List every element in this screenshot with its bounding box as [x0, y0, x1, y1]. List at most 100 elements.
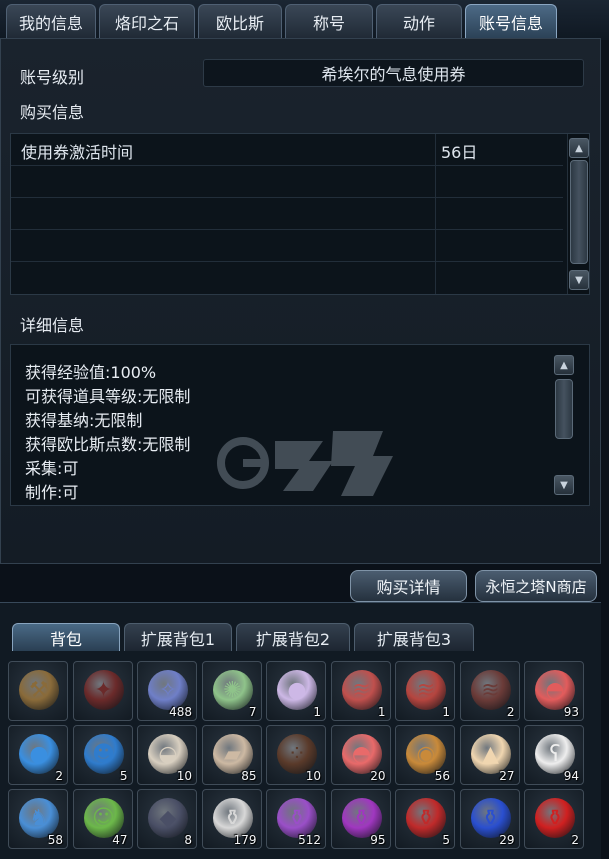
blue-potion-icon: ⚱	[470, 798, 511, 838]
red-meat-icon: ≋	[406, 670, 446, 710]
detail-line: 获得欧比斯点数:无限制	[25, 435, 191, 454]
scroll-down-icon[interactable]: ▼	[569, 270, 589, 290]
inventory-slot[interactable]: ⁘ 10	[266, 725, 326, 785]
green-orb-cluster-icon: ✺	[212, 670, 253, 710]
item-quantity: 8	[184, 833, 192, 847]
inventory-slot[interactable]: ● 2	[8, 725, 68, 785]
scroll-down-icon[interactable]: ▼	[554, 475, 574, 495]
bread-icon: ▰	[212, 734, 253, 774]
inventory-slot[interactable]: ● 1	[266, 661, 326, 721]
item-quantity: 10	[176, 769, 192, 783]
inventory-slot[interactable]: ≋ 1	[330, 661, 391, 721]
item-quantity: 1	[442, 705, 450, 719]
item-quantity: 93	[563, 705, 579, 719]
purchase-item-name: 使用券激活时间	[21, 143, 134, 162]
inventory-slot[interactable]: ◒ 10	[137, 725, 197, 785]
tab-title[interactable]: 称号	[285, 4, 373, 38]
pearl-orb-icon: ●	[277, 670, 317, 710]
inventory-slot[interactable]: ✺ 7	[201, 661, 262, 721]
item-quantity: 58	[47, 833, 63, 847]
detail-line: 采集:可	[25, 459, 79, 478]
detail-line: 获得基纳:无限制	[25, 411, 143, 430]
inventory-slot[interactable]: ✦	[72, 661, 133, 721]
blue-creature-icon: ☻	[83, 734, 124, 774]
inventory-panel: 背包 扩展背包1 扩展背包2 扩展背包3 ⚒ ✦ ✧ 488 ✺ 7 ● 1 ≋ 1 ≋ 1 ≋ 2 ◓ 93…	[0, 602, 601, 859]
inventory-slot[interactable]: ☻ 5	[72, 725, 133, 785]
tab-extended-bag-3[interactable]: 扩展背包3	[354, 623, 474, 651]
inventory-slot[interactable]: ⚱ 179	[201, 789, 262, 849]
inventory-slot[interactable]: ◓ 93	[524, 661, 584, 721]
item-quantity: 95	[370, 833, 386, 847]
item-quantity: 2	[55, 769, 63, 783]
tab-obis[interactable]: 欧比斯	[198, 4, 282, 38]
item-quantity: 29	[499, 833, 515, 847]
tab-account-info[interactable]: 账号信息	[465, 4, 557, 38]
inventory-slot[interactable]: ♞ 58	[8, 789, 68, 849]
item-quantity: 27	[499, 769, 515, 783]
scroll-thumb[interactable]	[570, 160, 588, 264]
detail-info-label: 详细信息	[20, 316, 85, 335]
n-shop-button[interactable]: 永恒之塔N商店	[475, 570, 597, 602]
purchase-info-table: 使用券激活时间 56日 ▲ ▼	[10, 133, 590, 295]
inventory-slot[interactable]: ʕ 94	[524, 725, 584, 785]
inventory-slot[interactable]: ◓ 20	[330, 725, 391, 785]
top-tab-bar: 我的信息 烙印之石 欧比斯 称号 动作 账号信息	[0, 0, 609, 40]
inventory-slot[interactable]: ◉ 56	[395, 725, 455, 785]
tab-bag[interactable]: 背包	[12, 623, 120, 651]
inventory-slot[interactable]: ☺ 47	[72, 789, 133, 849]
red-potion-icon: ⚱	[535, 798, 575, 838]
inventory-slot[interactable]: ⚱ 5	[395, 789, 455, 849]
mace-icon: ⚒	[19, 670, 59, 710]
inventory-slot[interactable]: ✧ 488	[137, 661, 197, 721]
purchase-info-label: 购买信息	[20, 103, 85, 122]
rice-bowl-icon: ◒	[148, 734, 188, 774]
item-quantity: 56	[434, 769, 450, 783]
tab-emote[interactable]: 动作	[376, 4, 462, 38]
inventory-slot[interactable]: ≋ 2	[459, 661, 520, 721]
scroll-up-icon[interactable]: ▲	[569, 138, 589, 158]
account-info-panel: 账号级别 希埃尔的气息使用券 购买信息 使用券激活时间 56日 ▲ ▼ 详细信息…	[0, 38, 601, 602]
item-quantity: 2	[506, 705, 515, 719]
purchase-item-value: 56日	[441, 143, 478, 162]
inventory-slot[interactable]: ⚱ 95	[330, 789, 391, 849]
account-grade-value: 希埃尔的气息使用券	[203, 59, 584, 87]
item-quantity: 20	[370, 769, 386, 783]
inventory-slot[interactable]: ▰ 85	[201, 725, 262, 785]
item-quantity: 5	[119, 769, 128, 783]
item-quantity: 10	[305, 769, 321, 783]
item-quantity: 512	[298, 833, 321, 847]
table-row: 使用券激活时间 56日	[11, 134, 563, 166]
cake-icon: ▲	[470, 734, 511, 774]
dark-crystal-icon: ◆	[148, 798, 188, 838]
item-quantity: 47	[112, 833, 128, 847]
inventory-slot[interactable]: ⚒	[8, 661, 68, 721]
food-bowl-icon: ◉	[406, 734, 446, 774]
red-jelly-icon: ◓	[341, 734, 382, 774]
tab-extended-bag-1[interactable]: 扩展背包1	[124, 623, 232, 651]
inventory-slot[interactable]: ≋ 1	[395, 661, 455, 721]
item-quantity: 1	[377, 705, 386, 719]
inventory-slot[interactable]: ⚱ 512	[266, 789, 326, 849]
item-quantity: 85	[241, 769, 257, 783]
inventory-slot[interactable]: ◆ 8	[137, 789, 197, 849]
tab-stigma-stone[interactable]: 烙印之石	[99, 4, 195, 38]
purchase-detail-button[interactable]: 购买详情	[350, 570, 467, 602]
inventory-slot[interactable]: ▲ 27	[459, 725, 520, 785]
item-quantity: 1	[313, 705, 321, 719]
red-meat-icon: ≋	[470, 670, 511, 710]
table-row	[11, 198, 563, 230]
scroll-thumb[interactable]	[555, 379, 573, 439]
detail-scrollbar[interactable]: ▲ ▼	[553, 351, 575, 501]
item-quantity: 179	[233, 833, 257, 847]
tab-extended-bag-2[interactable]: 扩展背包2	[236, 623, 350, 651]
tab-my-info[interactable]: 我的信息	[6, 4, 96, 38]
inventory-slot[interactable]: ⚱ 2	[524, 789, 584, 849]
purchase-scrollbar[interactable]: ▲ ▼	[567, 134, 589, 294]
inventory-slot[interactable]: ⚱ 29	[459, 789, 520, 849]
table-row	[11, 166, 563, 198]
white-potion-icon: ⚱	[212, 798, 253, 838]
red-potion-icon: ⚱	[406, 798, 446, 838]
spear-icon: ✦	[83, 670, 124, 710]
scroll-up-icon[interactable]: ▲	[554, 355, 574, 375]
chocolate-balls-icon: ⁘	[277, 734, 317, 774]
